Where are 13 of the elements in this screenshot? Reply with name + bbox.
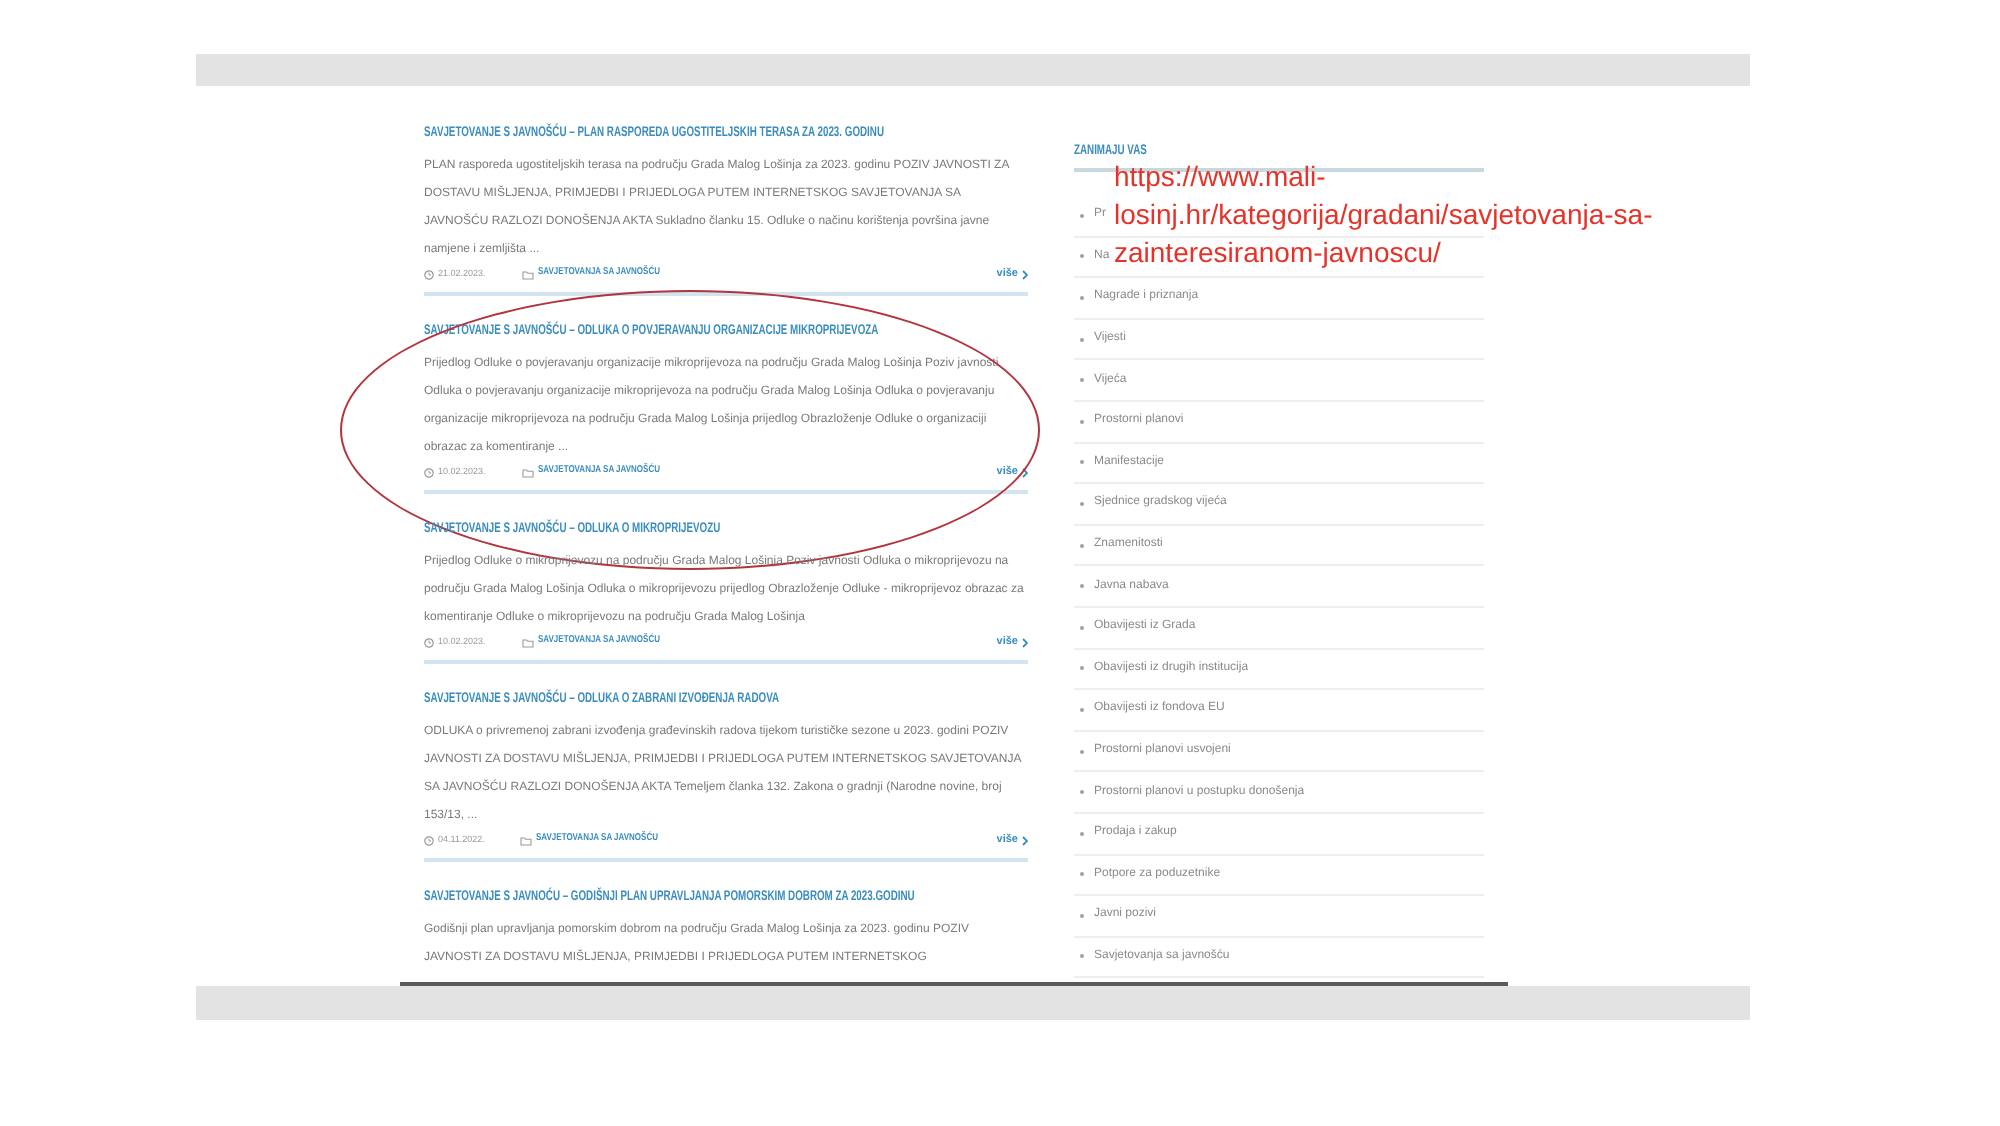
chevron-icon	[1022, 467, 1028, 477]
folder-icon	[521, 637, 534, 647]
folder-icon	[521, 467, 534, 477]
chevron-icon	[1022, 637, 1028, 647]
clock-icon	[424, 637, 434, 647]
clock-icon	[424, 467, 434, 477]
chevron-icon	[1022, 835, 1028, 845]
url-annotation: https://www.mali-losinj.hr/kategorija/gradani/savjetovanja-sa-zainteresiranom-javnoscu/	[1114, 158, 1655, 272]
clock-icon	[424, 269, 434, 279]
folder-icon	[520, 835, 533, 845]
chevron-icon	[1022, 269, 1028, 279]
folder-icon	[521, 269, 534, 279]
clock-icon	[424, 835, 434, 845]
